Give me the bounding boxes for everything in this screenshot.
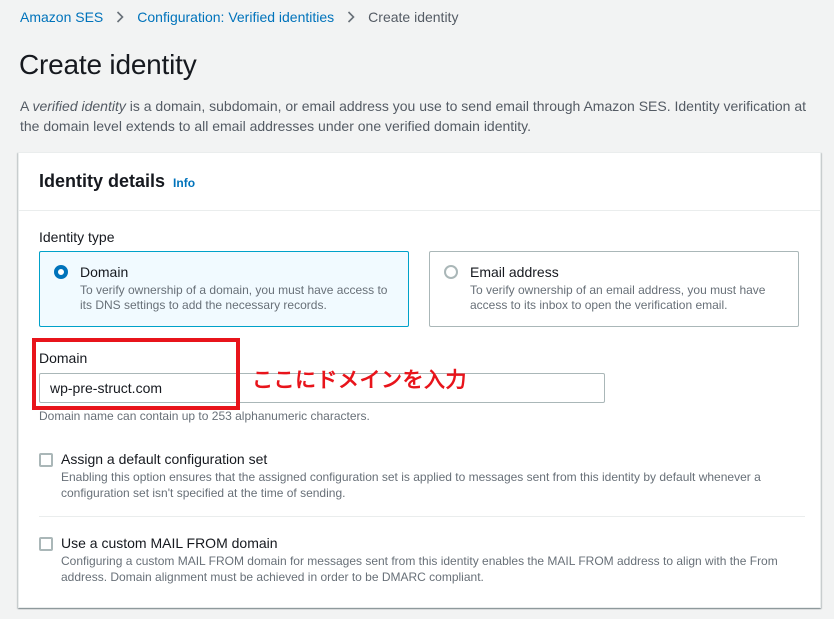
- custom-mail-from-checkbox[interactable]: [39, 537, 53, 551]
- custom-mail-from-row: Use a custom MAIL FROM domain Configurin…: [39, 535, 799, 587]
- breadcrumb: Amazon SES Configuration: Verified ident…: [20, 8, 458, 26]
- default-configuration-set-row: Assign a default configuration set Enabl…: [39, 451, 799, 503]
- email-option-title: Email address: [470, 264, 559, 280]
- panel-header: Identity details Info: [19, 153, 820, 211]
- description-text: is a domain, subdomain, or email address…: [20, 98, 807, 134]
- email-radio[interactable]: [444, 265, 458, 279]
- default-configuration-set-description: Enabling this option ensures that the as…: [61, 470, 761, 500]
- email-option-description: To verify ownership of an email address,…: [470, 283, 766, 312]
- custom-mail-from-description: Configuring a custom MAIL FROM domain fo…: [61, 554, 778, 584]
- domain-option-title: Domain: [80, 264, 129, 280]
- default-configuration-set-label[interactable]: Assign a default configuration set: [61, 451, 267, 467]
- page-title: Create identity: [19, 49, 197, 80]
- annotation-text: ここにドメインを入力: [252, 368, 467, 392]
- description-prefix: A: [20, 98, 33, 114]
- chevron-right-icon: [116, 11, 124, 23]
- default-configuration-set-checkbox[interactable]: [39, 453, 53, 467]
- chevron-right-icon: [347, 11, 355, 23]
- annotation-highlight-box: [32, 338, 240, 410]
- domain-radio[interactable]: [54, 265, 68, 279]
- breadcrumb-link-verified-identities[interactable]: Configuration: Verified identities: [137, 9, 334, 25]
- breadcrumb-current: Create identity: [368, 9, 459, 25]
- identity-type-email-option[interactable]: Email address To verify ownership of an …: [429, 251, 799, 327]
- panel-title: Identity details: [39, 171, 166, 191]
- domain-constraint-text: Domain name can contain up to 253 alphan…: [39, 409, 370, 423]
- identity-type-label: Identity type: [39, 229, 115, 245]
- breadcrumb-link-amazon-ses[interactable]: Amazon SES: [20, 9, 103, 25]
- custom-mail-from-label[interactable]: Use a custom MAIL FROM domain: [61, 535, 278, 551]
- info-link[interactable]: Info: [173, 173, 195, 190]
- description-emphasis: verified identity: [32, 98, 126, 114]
- section-divider: [39, 516, 805, 517]
- page-description: A verified identity is a domain, subdoma…: [20, 96, 820, 136]
- domain-option-description: To verify ownership of a domain, you mus…: [80, 283, 388, 312]
- identity-type-domain-option[interactable]: Domain To verify ownership of a domain, …: [39, 251, 409, 327]
